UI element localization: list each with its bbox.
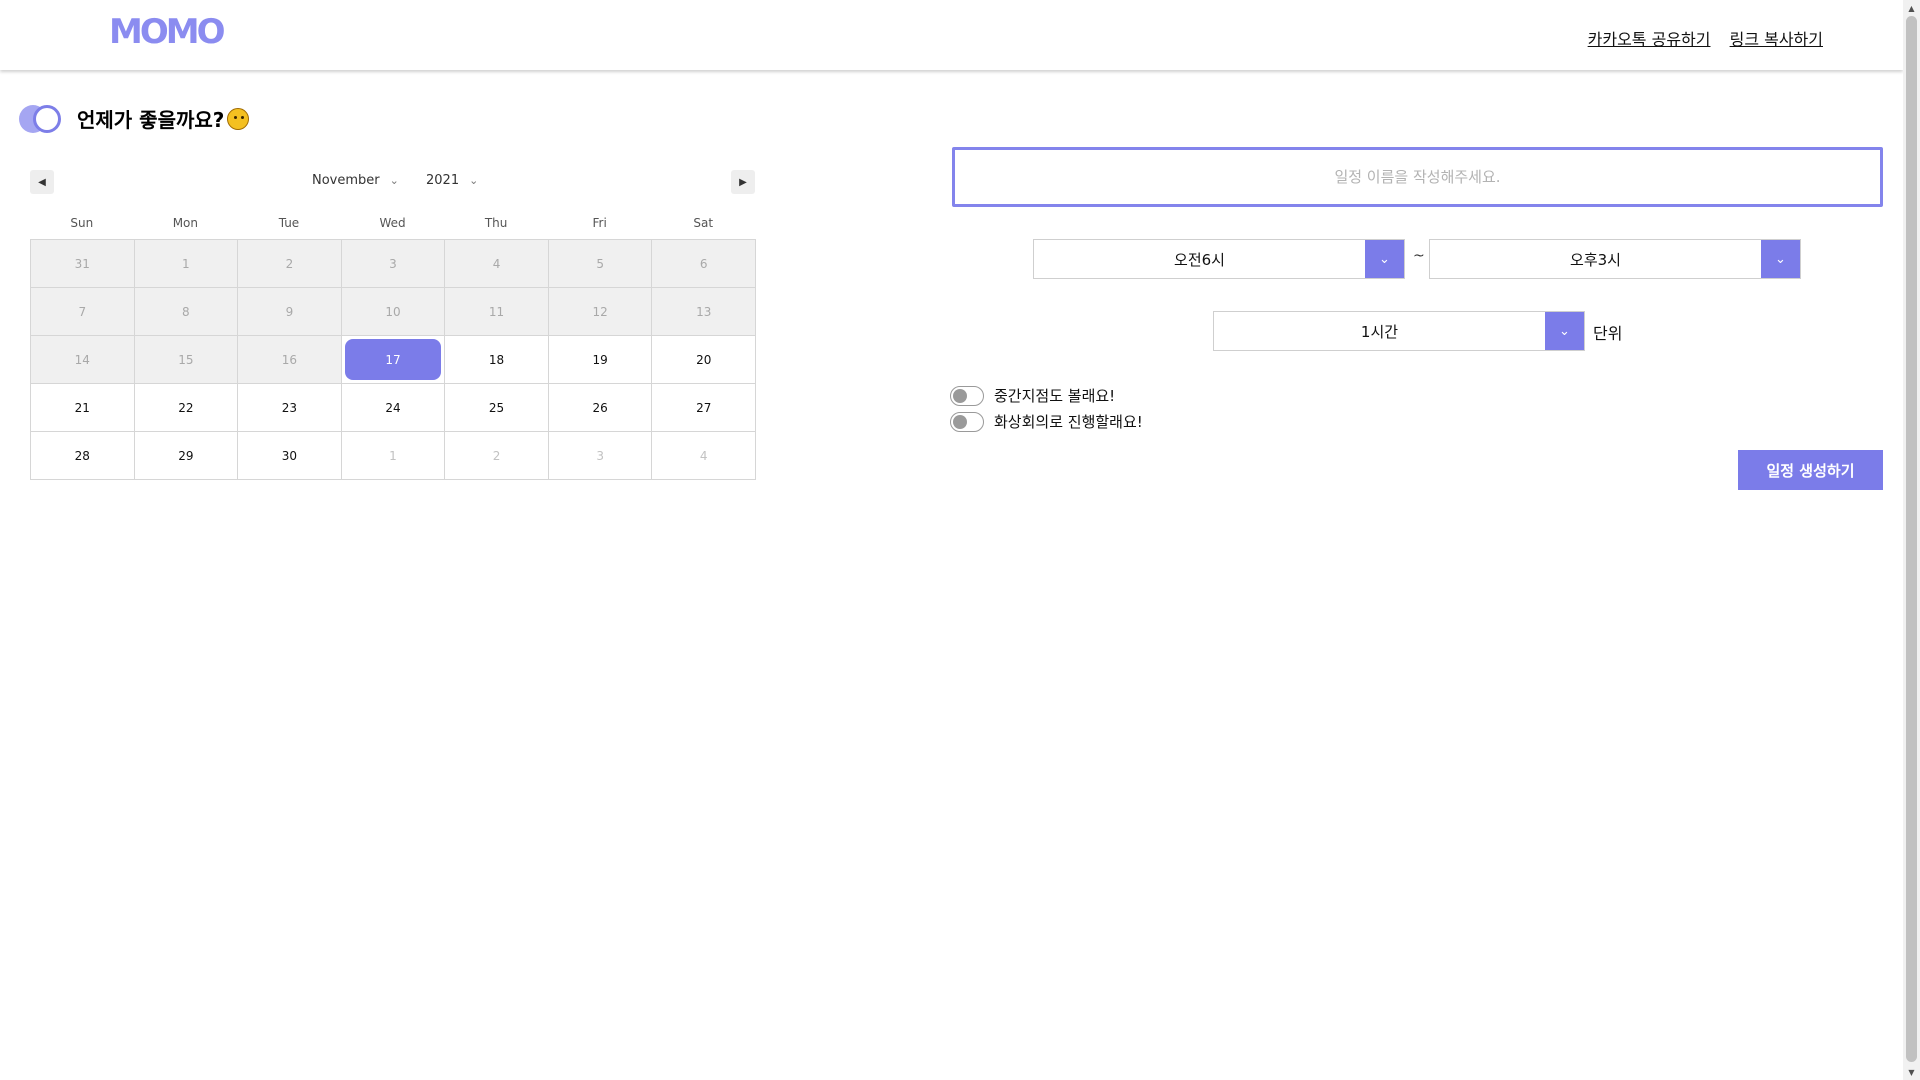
calendar-day[interactable]: 15 [134,336,239,384]
calendar-day[interactable]: 16 [238,336,342,384]
calendar-day[interactable]: 4 [445,240,549,288]
calendar-day[interactable]: 10 [341,288,446,336]
scroll-thumb[interactable] [1906,16,1917,1062]
calendar-day[interactable]: 18 [445,336,549,384]
calendar-day[interactable]: 5 [548,240,653,288]
calendar-day-next-month[interactable]: 3 [548,432,653,480]
calendar-day[interactable]: 25 [445,384,549,432]
calendar-day[interactable]: 2 [238,240,342,288]
page-title: 언제가 좋을까요? [77,108,225,132]
chevron-down-icon: ⌄ [389,174,399,187]
calendar-day-next-month[interactable]: 4 [652,432,756,480]
start-time-value: 오전6시 [1174,250,1225,269]
vertical-scrollbar[interactable]: ▲ ▼ [1903,0,1920,1080]
title-row: 언제가 좋을까요? [19,104,250,133]
kakao-share-link[interactable]: 카카오톡 공유하기 [1588,30,1711,49]
calendar-day[interactable]: 19 [548,336,653,384]
calendar-day[interactable]: 1 [134,240,239,288]
weekday-label: Wed [379,216,406,230]
calendar-day[interactable]: 23 [238,384,342,432]
weekday-label: Thu [484,216,508,230]
toggle-circles-icon [19,104,63,133]
calendar-day[interactable]: 26 [548,384,653,432]
weekday-header: Sun Mon Tue Wed Thu Fri Sat [30,216,755,230]
video-meeting-toggle[interactable] [950,411,984,432]
selected-day-label: 17 [344,339,442,380]
calendar-day[interactable]: 11 [445,288,549,336]
calendar-day-next-month[interactable]: 2 [445,432,549,480]
calendar-day[interactable]: 13 [652,288,756,336]
prev-month-button[interactable]: ◀ [30,170,54,194]
create-schedule-button[interactable]: 일정 생성하기 [1738,450,1883,490]
midpoint-toggle[interactable] [950,385,984,406]
unit-label: 단위 [1593,324,1623,343]
momo-logo[interactable]: MOMO [109,12,225,52]
weekday-label: Mon [172,216,199,230]
weekday-label: Sun [70,216,94,230]
calendar-day[interactable]: 31 [31,240,135,288]
calendar-day[interactable]: 6 [652,240,756,288]
weekday-label: Tue [278,216,300,230]
top-header: MOMO 카카오톡 공유하기 링크 복사하기 [0,0,1903,70]
scroll-down-icon[interactable]: ▼ [1903,1064,1920,1080]
calendar-day[interactable]: 29 [134,432,239,480]
interval-value: 1시간 [1360,322,1399,341]
calendar-day[interactable]: 8 [134,288,239,336]
next-month-button[interactable]: ▶ [731,170,755,194]
calendar-day[interactable]: 3 [341,240,446,288]
calendar-day[interactable]: 22 [134,384,239,432]
scroll-up-icon[interactable]: ▲ [1903,0,1920,16]
copy-link[interactable]: 링크 복사하기 [1730,30,1823,49]
interval-select[interactable]: 1시간 ⌄ [1213,311,1585,351]
calendar-day[interactable]: 14 [31,336,135,384]
calendar-grid: 31 1 2 3 4 5 6 7 8 9 10 11 12 13 14 15 1… [30,239,756,480]
chevron-down-icon[interactable]: ⌄ [1545,312,1584,350]
end-time-value: 오후3시 [1570,250,1621,269]
calendar-day[interactable]: 30 [238,432,342,480]
chevron-down-icon[interactable]: ⌄ [1365,240,1404,278]
year-select[interactable]: 2021 ⌄ [426,173,478,188]
month-value: November [312,173,380,188]
calendar-day-next-month[interactable]: 1 [341,432,446,480]
calendar-day[interactable]: 28 [31,432,135,480]
end-time-select[interactable]: 오후3시 ⌄ [1429,239,1801,279]
video-toggle-row: 화상회의로 진행할래요! [950,411,1143,432]
calendar-navigation: ◀ November ⌄ 2021 ⌄ ▶ [30,170,755,194]
weekday-label: Sat [693,216,714,230]
calendar-day-selected[interactable]: 17 [341,336,446,384]
chevron-down-icon: ⌄ [469,174,479,187]
chevron-down-icon[interactable]: ⌄ [1761,240,1800,278]
calendar-day[interactable]: 24 [341,384,446,432]
month-select[interactable]: November ⌄ [312,173,399,188]
thinking-face-icon [227,107,250,130]
midpoint-toggle-row: 중간지점도 볼래요! [950,385,1115,406]
midpoint-toggle-label: 중간지점도 볼래요! [994,387,1116,405]
start-time-select[interactable]: 오전6시 ⌄ [1033,239,1405,279]
year-value: 2021 [426,173,460,188]
header-links: 카카오톡 공유하기 링크 복사하기 [1574,26,1823,50]
weekday-label: Fri [592,216,607,230]
calendar-day[interactable]: 20 [652,336,756,384]
calendar-day[interactable]: 27 [652,384,756,432]
calendar-day[interactable]: 21 [31,384,135,432]
calendar-day[interactable]: 9 [238,288,342,336]
schedule-name-input[interactable] [952,147,1883,207]
calendar-day[interactable]: 12 [548,288,653,336]
video-toggle-label: 화상회의로 진행할래요! [994,413,1143,431]
calendar-day[interactable]: 7 [31,288,135,336]
time-range-separator: ~ [1413,248,1425,264]
